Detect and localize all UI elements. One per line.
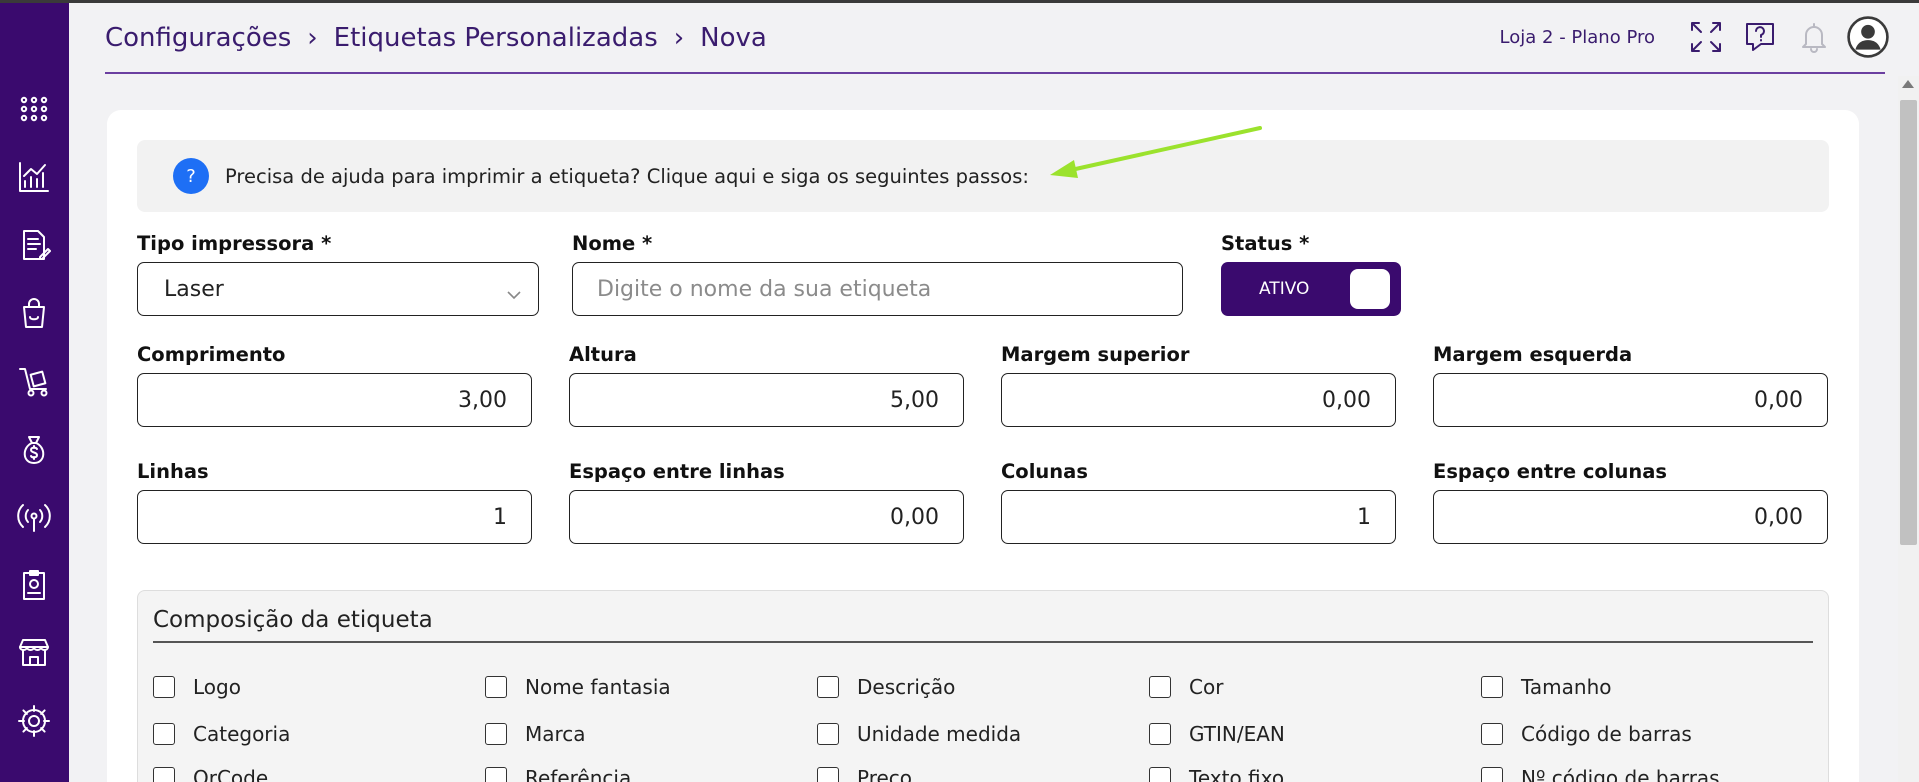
document-edit-icon[interactable] bbox=[14, 225, 54, 265]
apps-grid-icon[interactable] bbox=[14, 89, 54, 129]
report-icon[interactable] bbox=[14, 565, 54, 605]
linhas-value: 1 bbox=[493, 504, 507, 530]
checkbox-box[interactable] bbox=[153, 767, 175, 782]
hand-truck-icon[interactable] bbox=[14, 361, 54, 401]
scroll-up-icon[interactable] bbox=[1902, 80, 1914, 88]
comprimento-label: Comprimento bbox=[137, 343, 286, 366]
altura-label: Altura bbox=[569, 343, 637, 366]
margem-superior-label: Margem superior bbox=[1001, 343, 1190, 366]
scrollbar-thumb[interactable] bbox=[1900, 100, 1917, 545]
status-value: ATIVO bbox=[1259, 279, 1310, 299]
breadcrumb: Configurações › Etiquetas Personalizadas… bbox=[105, 18, 767, 58]
sidebar bbox=[0, 3, 69, 782]
comprimento-input[interactable]: 3,00 bbox=[137, 373, 532, 427]
header-divider bbox=[105, 72, 1885, 74]
checkbox-gtin-ean[interactable]: GTIN/EAN bbox=[1149, 722, 1285, 746]
checkbox-box[interactable] bbox=[1149, 676, 1171, 698]
checkbox-box[interactable] bbox=[485, 767, 507, 782]
checkbox-box[interactable] bbox=[153, 676, 175, 698]
tipo-impressora-label: Tipo impressora * bbox=[137, 232, 332, 255]
comprimento-value: 3,00 bbox=[458, 387, 507, 413]
espaco-linhas-input[interactable]: 0,00 bbox=[569, 490, 964, 544]
checkbox-categoria[interactable]: Categoria bbox=[153, 722, 290, 746]
linhas-label: Linhas bbox=[137, 460, 209, 483]
checkbox-unidade-medida[interactable]: Unidade medida bbox=[817, 722, 1021, 746]
window-top-border bbox=[0, 0, 1919, 3]
checkbox-box[interactable] bbox=[817, 676, 839, 698]
chevron-down-icon bbox=[506, 282, 521, 300]
espaco-linhas-label: Espaço entre linhas bbox=[569, 460, 785, 483]
espaco-colunas-label: Espaço entre colunas bbox=[1433, 460, 1668, 483]
checkbox-box[interactable] bbox=[1481, 767, 1503, 782]
fullscreen-icon[interactable] bbox=[1685, 16, 1727, 58]
chart-icon[interactable] bbox=[14, 157, 54, 197]
avatar[interactable] bbox=[1847, 16, 1889, 58]
checkbox-nome-fantasia[interactable]: Nome fantasia bbox=[485, 675, 671, 699]
tipo-impressora-value: Laser bbox=[164, 276, 224, 302]
broadcast-icon[interactable] bbox=[14, 497, 54, 537]
help-chat-icon[interactable] bbox=[1739, 16, 1781, 58]
checkbox-box[interactable] bbox=[485, 723, 507, 745]
breadcrumb-current: Nova bbox=[700, 23, 767, 53]
espaco-colunas-input[interactable]: 0,00 bbox=[1433, 490, 1828, 544]
colunas-value: 1 bbox=[1357, 504, 1371, 530]
espaco-colunas-value: 0,00 bbox=[1754, 504, 1803, 530]
composicao-title: Composição da etiqueta bbox=[153, 607, 433, 633]
breadcrumb-configuracoes[interactable]: Configurações bbox=[105, 23, 291, 53]
colunas-label: Colunas bbox=[1001, 460, 1088, 483]
nome-label: Nome * bbox=[572, 232, 653, 255]
tipo-impressora-select[interactable]: Laser bbox=[137, 262, 539, 316]
colunas-input[interactable]: 1 bbox=[1001, 490, 1396, 544]
bell-icon[interactable] bbox=[1793, 16, 1835, 58]
checkbox-tamanho[interactable]: Tamanho bbox=[1481, 675, 1612, 699]
header-actions: Loja 2 - Plano Pro bbox=[1500, 12, 1889, 62]
nome-placeholder: Digite o nome da sua etiqueta bbox=[597, 276, 932, 302]
checkbox-preco[interactable]: Preço bbox=[817, 766, 912, 782]
linhas-input[interactable]: 1 bbox=[137, 490, 532, 544]
checkbox-box[interactable] bbox=[153, 723, 175, 745]
chevron-right-icon: › bbox=[307, 23, 318, 53]
checkbox-descricao[interactable]: Descrição bbox=[817, 675, 955, 699]
margem-esquerda-label: Margem esquerda bbox=[1433, 343, 1633, 366]
checkbox-cor[interactable]: Cor bbox=[1149, 675, 1223, 699]
margem-esquerda-input[interactable]: 0,00 bbox=[1433, 373, 1828, 427]
checkbox-box[interactable] bbox=[1481, 723, 1503, 745]
altura-input[interactable]: 5,00 bbox=[569, 373, 964, 427]
checkbox-box[interactable] bbox=[1481, 676, 1503, 698]
checkbox-marca[interactable]: Marca bbox=[485, 722, 586, 746]
checkbox-texto-fixo[interactable]: Texto fixo bbox=[1149, 766, 1284, 782]
arrow-icon bbox=[1050, 126, 1262, 178]
margem-superior-value: 0,00 bbox=[1322, 387, 1371, 413]
checkbox-codigo-barras[interactable]: Código de barras bbox=[1481, 722, 1692, 746]
checkbox-box[interactable] bbox=[485, 676, 507, 698]
toggle-knob bbox=[1350, 269, 1390, 309]
status-toggle[interactable]: ATIVO bbox=[1221, 262, 1401, 316]
store-plan-label[interactable]: Loja 2 - Plano Pro bbox=[1500, 27, 1655, 48]
composicao-divider bbox=[153, 641, 1813, 643]
checkbox-qrcode[interactable]: QrCode bbox=[153, 766, 268, 782]
breadcrumb-etiquetas[interactable]: Etiquetas Personalizadas bbox=[334, 23, 658, 53]
question-icon: ? bbox=[173, 158, 209, 194]
margem-esquerda-value: 0,00 bbox=[1754, 387, 1803, 413]
gear-icon[interactable] bbox=[14, 701, 54, 741]
nome-input[interactable]: Digite o nome da sua etiqueta bbox=[572, 262, 1183, 316]
money-bag-icon[interactable] bbox=[14, 429, 54, 469]
store-icon[interactable] bbox=[14, 633, 54, 673]
checkbox-box[interactable] bbox=[817, 723, 839, 745]
checkbox-logo[interactable]: Logo bbox=[153, 675, 241, 699]
shopping-bag-icon[interactable] bbox=[14, 293, 54, 333]
chevron-right-icon: › bbox=[673, 23, 685, 53]
status-label: Status * bbox=[1221, 232, 1310, 255]
espaco-linhas-value: 0,00 bbox=[890, 504, 939, 530]
checkbox-numero-codigo-barras[interactable]: Nº código de barras bbox=[1481, 766, 1720, 782]
margem-superior-input[interactable]: 0,00 bbox=[1001, 373, 1396, 427]
checkbox-box[interactable] bbox=[1149, 723, 1171, 745]
checkbox-box[interactable] bbox=[817, 767, 839, 782]
altura-value: 5,00 bbox=[890, 387, 939, 413]
help-banner[interactable]: ? Precisa de ajuda para imprimir a etiqu… bbox=[137, 140, 1829, 212]
checkbox-referencia[interactable]: Referência bbox=[485, 766, 631, 782]
checkbox-box[interactable] bbox=[1149, 767, 1171, 782]
help-text: Precisa de ajuda para imprimir a etiquet… bbox=[225, 164, 1029, 188]
